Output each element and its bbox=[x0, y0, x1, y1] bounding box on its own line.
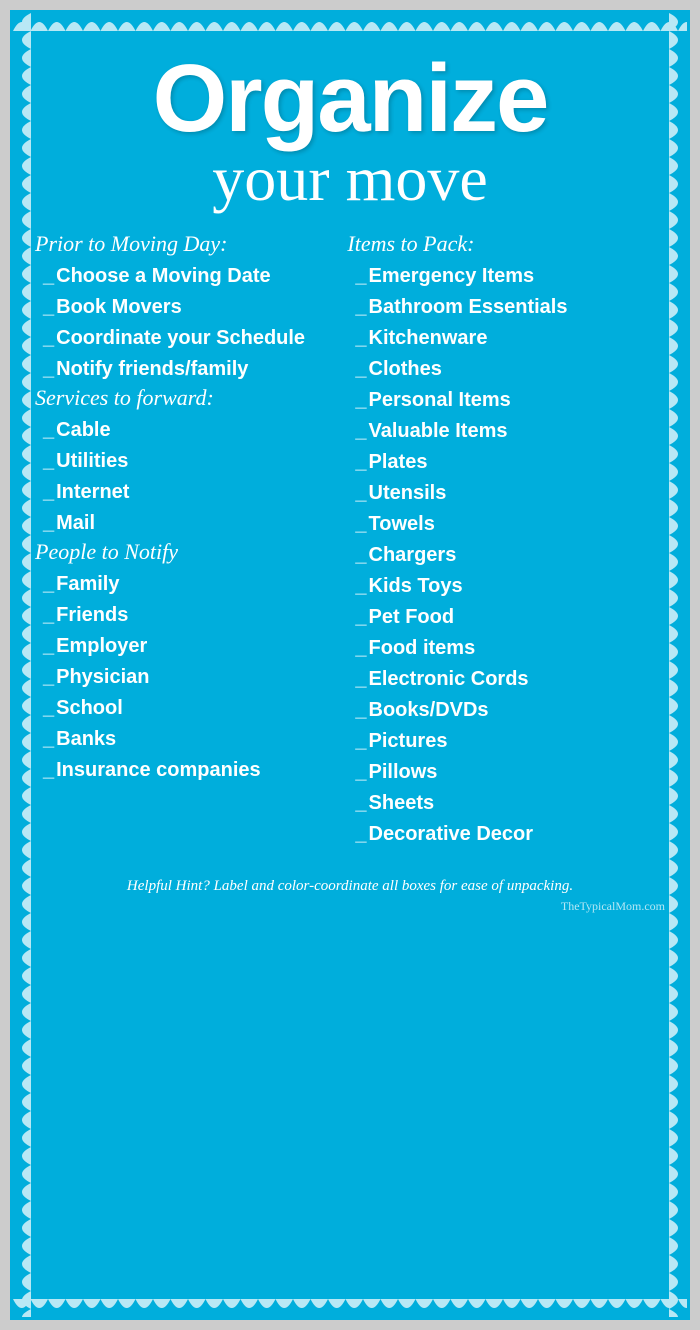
list-item: Sheets bbox=[347, 788, 675, 819]
list-item: Personal Items bbox=[347, 385, 675, 416]
list-item: Insurance companies bbox=[35, 755, 337, 786]
list-item: Choose a Moving Date bbox=[35, 261, 337, 292]
list-item: Employer bbox=[35, 631, 337, 662]
section-services-header: Services to forward: bbox=[35, 385, 337, 411]
list-item: Books/DVDs bbox=[347, 695, 675, 726]
list-item: Book Movers bbox=[35, 292, 337, 323]
list-item: Friends bbox=[35, 600, 337, 631]
list-item: Banks bbox=[35, 724, 337, 755]
list-item: Internet bbox=[35, 477, 337, 508]
list-item: Family bbox=[35, 569, 337, 600]
list-item: Emergency Items bbox=[347, 261, 675, 292]
list-item: School bbox=[35, 693, 337, 724]
left-column: Prior to Moving Day: Choose a Moving Dat… bbox=[35, 231, 337, 850]
section-items-header: Items to Pack: bbox=[347, 231, 675, 257]
list-item: Pictures bbox=[347, 726, 675, 757]
list-item: Decorative Decor bbox=[347, 819, 675, 850]
list-item: Food items bbox=[347, 633, 675, 664]
list-item: Valuable Items bbox=[347, 416, 675, 447]
watermark: TheTypicalMom.com bbox=[35, 899, 665, 914]
list-item: Plates bbox=[347, 447, 675, 478]
section-prior-header: Prior to Moving Day: bbox=[35, 231, 337, 257]
list-item: Bathroom Essentials bbox=[347, 292, 675, 323]
list-item: Pet Food bbox=[347, 602, 675, 633]
list-item: Clothes bbox=[347, 354, 675, 385]
list-item: Coordinate your Schedule bbox=[35, 323, 337, 354]
list-item: Electronic Cords bbox=[347, 664, 675, 695]
section-prior: Prior to Moving Day: Choose a Moving Dat… bbox=[35, 231, 337, 385]
list-item: Towels bbox=[347, 509, 675, 540]
list-item: Chargers bbox=[347, 540, 675, 571]
list-item: Notify friends/family bbox=[35, 354, 337, 385]
list-item: Mail bbox=[35, 508, 337, 539]
main-card: Organize your move Prior to Moving Day: … bbox=[10, 10, 690, 1320]
list-item: Physician bbox=[35, 662, 337, 693]
title-organize: Organize bbox=[35, 51, 665, 147]
list-item: Utensils bbox=[347, 478, 675, 509]
list-item: Utilities bbox=[35, 446, 337, 477]
right-column: Items to Pack: Emergency Items Bathroom … bbox=[347, 231, 675, 850]
list-item: Cable bbox=[35, 415, 337, 446]
section-people: People to Notify Family Friends Employer… bbox=[35, 539, 337, 786]
list-item: Kitchenware bbox=[347, 323, 675, 354]
section-people-header: People to Notify bbox=[35, 539, 337, 565]
helpful-hint: Helpful Hint? Label and color-coordinate… bbox=[35, 870, 665, 895]
list-item: Kids Toys bbox=[347, 571, 675, 602]
list-item: Pillows bbox=[347, 757, 675, 788]
title-your-move: your move bbox=[35, 147, 665, 211]
section-services: Services to forward: Cable Utilities Int… bbox=[35, 385, 337, 539]
